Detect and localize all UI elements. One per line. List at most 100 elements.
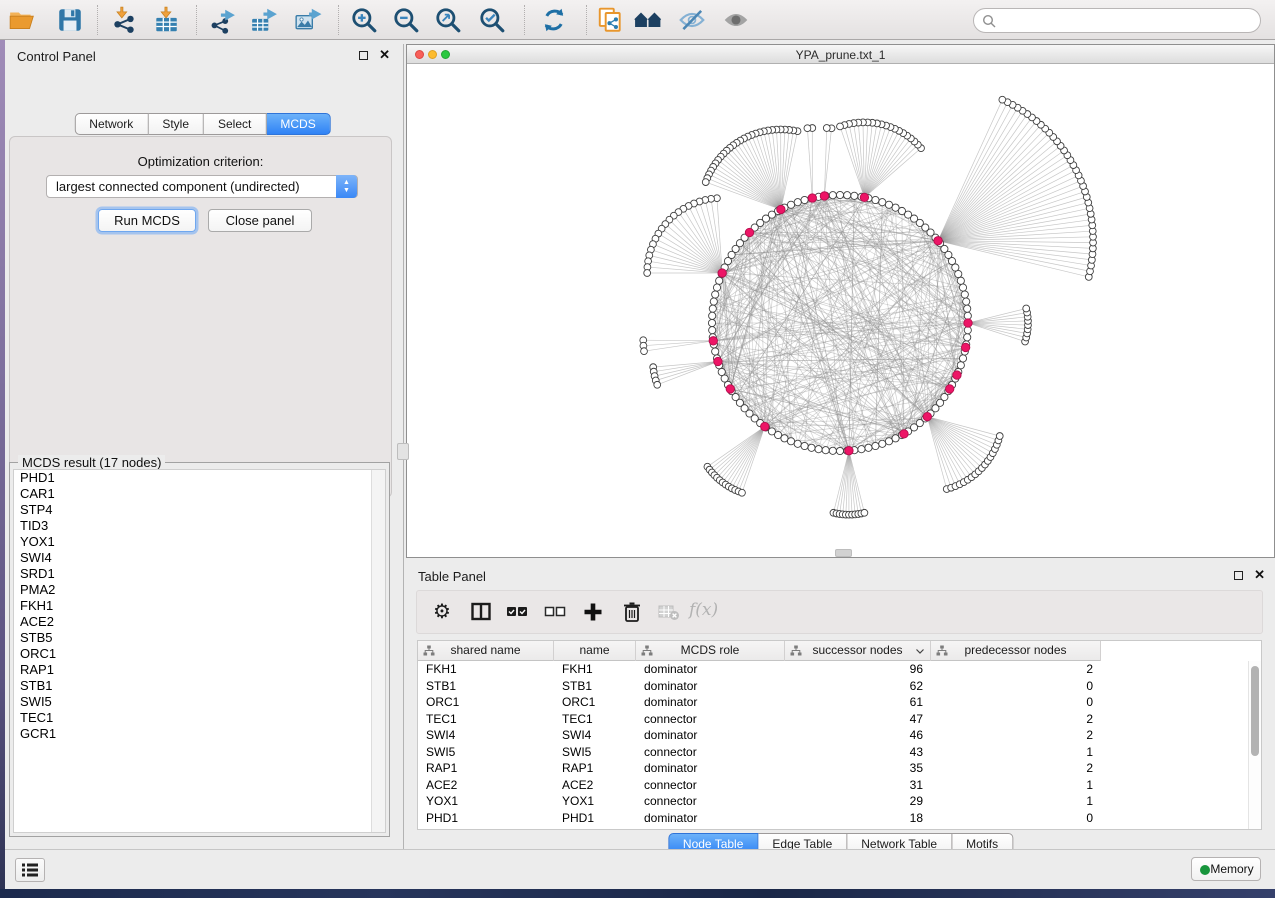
table-cell: TEC1	[418, 711, 554, 728]
table-row[interactable]: ORC1ORC1dominator610	[418, 694, 1247, 711]
float-window-icon[interactable]	[359, 51, 368, 60]
close-icon[interactable]: ✕	[379, 47, 390, 63]
vertical-splitter-grip[interactable]	[397, 443, 409, 460]
result-list-item[interactable]: STB1	[14, 678, 385, 694]
result-list-item[interactable]: TEC1	[14, 710, 385, 726]
result-list-item[interactable]: SRD1	[14, 566, 385, 582]
result-list-item[interactable]: YOX1	[14, 534, 385, 550]
table-cell: SWI5	[554, 744, 636, 761]
result-list-item[interactable]: GCR1	[14, 726, 385, 742]
network-canvas[interactable]	[407, 64, 1274, 557]
network-window-titlebar[interactable]: YPA_prune.txt_1	[407, 45, 1274, 64]
result-list-item[interactable]: STB5	[14, 630, 385, 646]
table-cell: 31	[785, 777, 931, 794]
hide-selected-icon[interactable]	[678, 6, 708, 34]
open-session-icon[interactable]	[8, 6, 38, 34]
table-cell: FKH1	[418, 661, 554, 678]
task-history-button[interactable]	[15, 858, 45, 882]
search-icon	[982, 14, 997, 29]
control-panel-title: Control Panel	[17, 49, 96, 64]
column-header-shared-name[interactable]: shared name	[418, 641, 554, 661]
toolbar-separator	[196, 5, 197, 35]
memory-button[interactable]: Memory	[1191, 857, 1261, 881]
result-list-item[interactable]: PMA2	[14, 582, 385, 598]
memory-label: Memory	[1210, 862, 1253, 876]
zoom-out-icon[interactable]	[392, 6, 422, 34]
clone-network-icon[interactable]	[596, 6, 626, 34]
table-cell: 1	[931, 777, 1101, 794]
column-header-successor-nodes[interactable]: successor nodes	[785, 641, 931, 661]
table-row[interactable]: RAP1RAP1dominator352	[418, 760, 1247, 777]
result-list-item[interactable]: TID3	[14, 518, 385, 534]
deselect-all-checkboxes-icon[interactable]	[543, 600, 567, 629]
result-list-item[interactable]: STP4	[14, 502, 385, 518]
result-list-item[interactable]: PHD1	[14, 470, 385, 486]
table-row[interactable]: STB1STB1dominator620	[418, 678, 1247, 695]
result-list-item[interactable]: ACE2	[14, 614, 385, 630]
column-header-predecessor-nodes[interactable]: predecessor nodes	[931, 641, 1101, 661]
import-table-icon[interactable]	[152, 6, 182, 34]
table-cell: 96	[785, 661, 931, 678]
add-column-icon[interactable]	[581, 600, 605, 629]
hierarchy-icon	[423, 645, 435, 657]
horizontal-splitter-grip[interactable]	[835, 549, 852, 557]
table-row[interactable]: SWI4SWI4dominator462	[418, 727, 1247, 744]
table-cell: 0	[931, 694, 1101, 711]
result-list-item[interactable]: RAP1	[14, 662, 385, 678]
select-all-checkboxes-icon[interactable]	[505, 600, 529, 629]
apply-layout-icon[interactable]	[540, 6, 570, 34]
export-table-icon[interactable]	[250, 6, 280, 34]
column-header-mcds-role[interactable]: MCDS role	[636, 641, 785, 661]
table-row[interactable]: TEC1TEC1connector472	[418, 711, 1247, 728]
table-row[interactable]: FKH1FKH1dominator962	[418, 661, 1247, 678]
table-scrollbar-thumb[interactable]	[1251, 666, 1259, 756]
tab-network[interactable]: Network	[74, 113, 148, 135]
first-neighbors-icon[interactable]	[634, 6, 664, 34]
import-network-icon[interactable]	[110, 6, 140, 34]
function-builder-icon: f(x)	[689, 600, 718, 620]
mcds-panel: Optimization criterion: largest connecte…	[9, 136, 392, 498]
result-list-item[interactable]: FKH1	[14, 598, 385, 614]
select-value: largest connected component (undirected)	[56, 179, 300, 194]
table-cell: 2	[931, 760, 1101, 777]
split-view-icon[interactable]	[469, 600, 493, 629]
result-list-item[interactable]: SWI5	[14, 694, 385, 710]
table-cell: PHD1	[554, 810, 636, 827]
tab-mcds[interactable]: MCDS	[266, 113, 330, 135]
close-panel-button[interactable]: Close panel	[208, 209, 312, 232]
run-mcds-button[interactable]: Run MCDS	[98, 209, 196, 232]
tab-select[interactable]: Select	[204, 113, 266, 135]
table-row[interactable]: ACE2ACE2connector311	[418, 777, 1247, 794]
column-header-name[interactable]: name	[554, 641, 636, 661]
zoom-fit-icon[interactable]	[434, 6, 464, 34]
table-scrollbar[interactable]	[1248, 661, 1261, 829]
table-cell: connector	[636, 793, 785, 810]
table-panel-title: Table Panel	[418, 569, 486, 584]
delete-column-icon[interactable]	[620, 600, 644, 629]
search-input[interactable]	[973, 8, 1261, 33]
table-cell: dominator	[636, 661, 785, 678]
export-image-icon[interactable]	[294, 6, 324, 34]
table-cell: SWI4	[554, 727, 636, 744]
table-row[interactable]: SWI5SWI5connector431	[418, 744, 1247, 761]
table-cell: 35	[785, 760, 931, 777]
zoom-in-icon[interactable]	[350, 6, 380, 34]
result-scrollbar[interactable]	[371, 470, 385, 832]
optimization-criterion-select[interactable]: largest connected component (undirected)…	[46, 175, 358, 198]
mcds-result-list[interactable]: PHD1CAR1STP4TID3YOX1SWI4SRD1PMA2FKH1ACE2…	[13, 469, 386, 833]
table-cell: STB1	[554, 678, 636, 695]
export-network-icon[interactable]	[208, 6, 238, 34]
result-list-item[interactable]: ORC1	[14, 646, 385, 662]
show-all-icon[interactable]	[722, 6, 752, 34]
close-icon[interactable]: ✕	[1254, 567, 1265, 583]
float-window-icon[interactable]	[1234, 571, 1243, 580]
result-list-item[interactable]: CAR1	[14, 486, 385, 502]
table-row[interactable]: YOX1YOX1connector291	[418, 793, 1247, 810]
tab-style[interactable]: Style	[148, 113, 204, 135]
save-session-icon[interactable]	[56, 6, 86, 34]
result-list-item[interactable]: SWI4	[14, 550, 385, 566]
table-row[interactable]: PHD1PHD1dominator180	[418, 810, 1247, 827]
zoom-selected-icon[interactable]	[478, 6, 508, 34]
settings-gear-icon[interactable]: ⚙	[433, 600, 451, 624]
table-cell: YOX1	[554, 793, 636, 810]
